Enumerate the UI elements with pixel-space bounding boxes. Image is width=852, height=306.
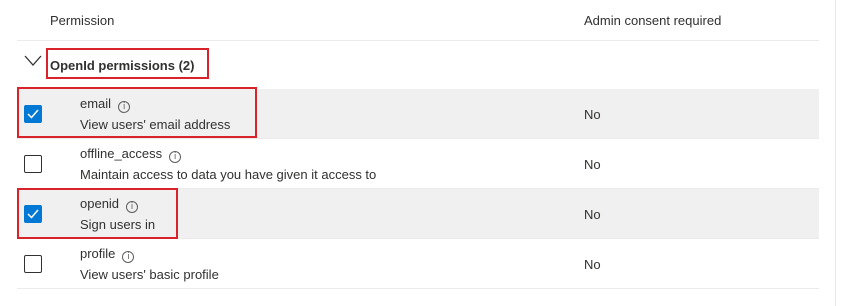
permission-description: View users' basic profile xyxy=(80,267,219,282)
admin-consent-value: No xyxy=(584,207,601,222)
info-icon[interactable]: i xyxy=(118,101,131,113)
info-icon[interactable]: i xyxy=(122,251,135,263)
permission-description: View users' email address xyxy=(80,117,231,132)
permission-name: offline_access i xyxy=(80,146,182,163)
checkbox-offline-access[interactable] xyxy=(24,155,42,173)
permission-name: openid i xyxy=(80,196,139,213)
permission-name: profile i xyxy=(80,246,135,263)
checkmark-icon xyxy=(27,209,39,219)
table-row[interactable]: offline_access i Maintain access to data … xyxy=(17,139,819,189)
info-icon[interactable]: i xyxy=(169,151,182,163)
table-row[interactable]: openid i Sign users in No xyxy=(17,189,819,239)
admin-consent-value: No xyxy=(584,257,601,272)
permissions-panel: Permission Admin consent required OpenId… xyxy=(17,0,819,306)
checkbox-profile[interactable] xyxy=(24,255,42,273)
table-header: Permission Admin consent required xyxy=(17,0,819,41)
group-header-openid[interactable]: OpenId permissions (2) xyxy=(17,41,819,89)
info-icon[interactable]: i xyxy=(126,201,139,213)
table-row[interactable]: email i View users' email address No xyxy=(17,89,819,139)
checkbox-email[interactable] xyxy=(24,105,42,123)
column-header-permission[interactable]: Permission xyxy=(50,13,114,28)
permission-description: Sign users in xyxy=(80,217,156,232)
admin-consent-value: No xyxy=(584,107,601,122)
table-row[interactable]: profile i View users' basic profile No xyxy=(17,239,819,289)
checkmark-icon xyxy=(27,109,39,119)
column-header-admin-consent[interactable]: Admin consent required xyxy=(584,13,721,28)
chevron-down-icon[interactable] xyxy=(23,54,43,68)
group-label: OpenId permissions (2) xyxy=(50,58,195,73)
permission-name: email i xyxy=(80,96,131,113)
checkbox-openid[interactable] xyxy=(24,205,42,223)
admin-consent-value: No xyxy=(584,157,601,172)
panel-divider xyxy=(835,0,836,306)
permission-description: Maintain access to data you have given i… xyxy=(80,167,377,182)
